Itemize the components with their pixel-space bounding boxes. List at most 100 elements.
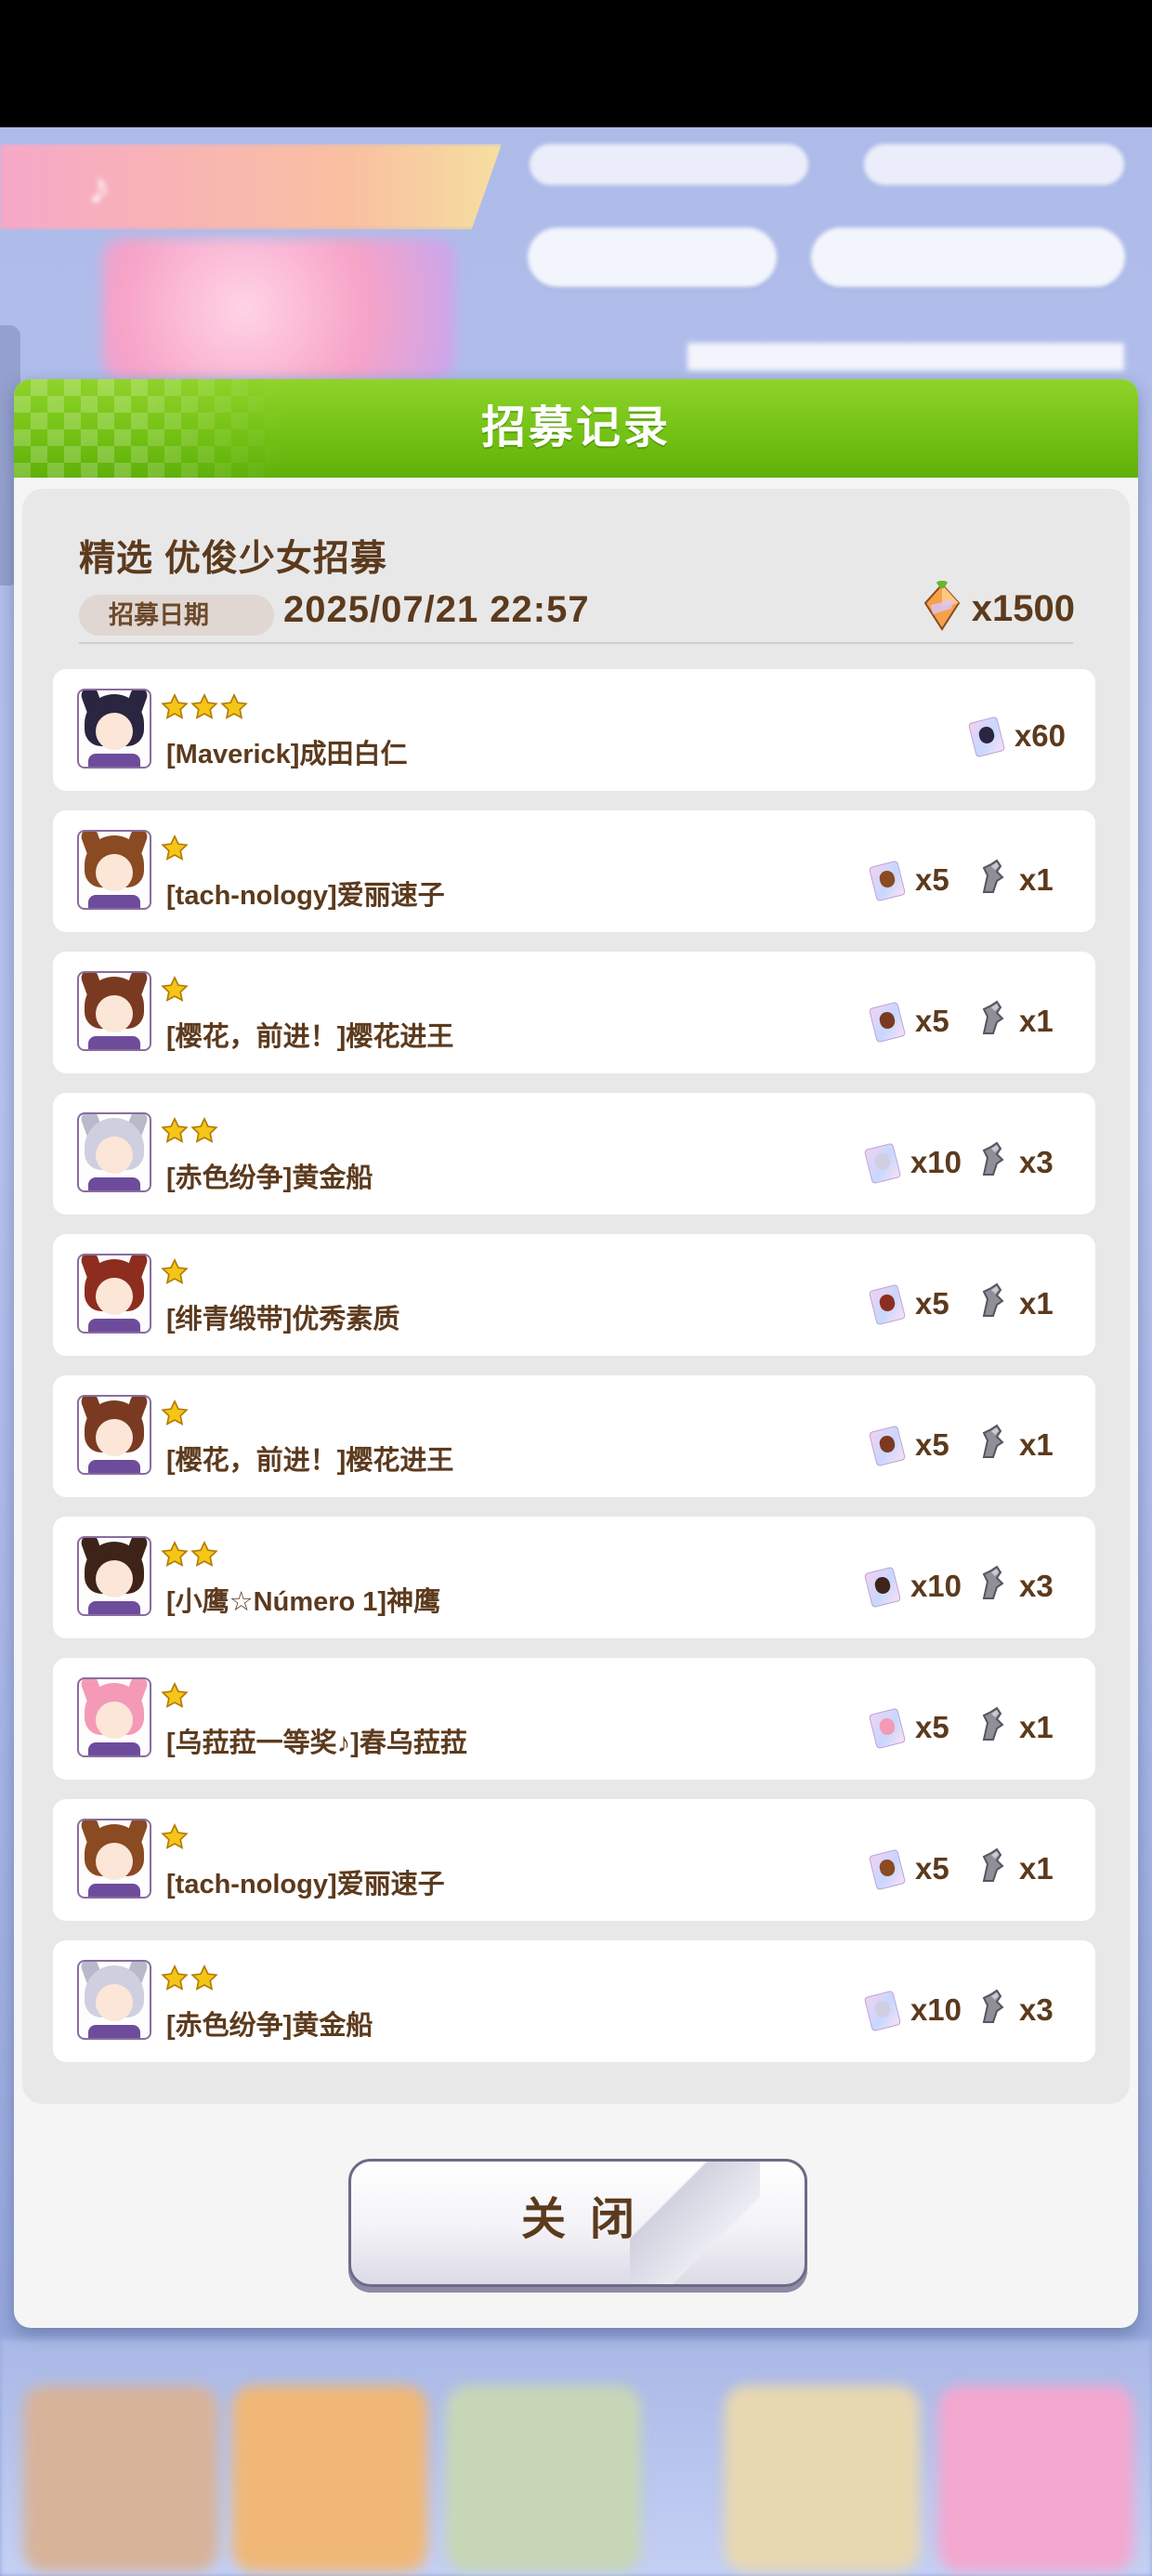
star-icon (161, 692, 189, 726)
cost-amount: x1500 (971, 588, 1075, 629)
dialog-header: 招募记录 (14, 379, 1138, 478)
rarity-stars (161, 1257, 189, 1291)
background-nav-item (23, 2385, 218, 2571)
background-header-banner (0, 144, 502, 230)
background-strip (687, 343, 1124, 371)
goddess-statue-icon (976, 1282, 1010, 1324)
star-icon (161, 975, 189, 1008)
divider (79, 642, 1073, 644)
reward-list: x5 x1 (854, 859, 1066, 901)
piece-ticket-icon (863, 1566, 902, 1608)
status-bar (0, 0, 1152, 127)
reward-item: x5 (868, 1001, 962, 1043)
background-button (811, 228, 1125, 287)
character-name: [小鹰☆Número 1]神鹰 (166, 1587, 441, 1617)
close-button[interactable]: 关闭 (348, 2159, 807, 2287)
reward-item: x10 (863, 1566, 962, 1608)
reward-amount: x10 (910, 1568, 962, 1603)
record-row: [tach-nology]爱丽速子 x5 x1 (53, 810, 1095, 932)
reward-list: x10 x3 (849, 1989, 1066, 2031)
reward-item: x5 (868, 1425, 962, 1466)
reward-amount: x60 (1014, 718, 1066, 753)
reward-item: x10 (863, 1990, 962, 2031)
character-name: [Maverick]成田白仁 (166, 740, 408, 769)
star-icon (161, 1964, 189, 1997)
star-icon (161, 834, 189, 867)
record-row: [赤色纷争]黄金船 x10 x3 (53, 1093, 1095, 1215)
reward-list: x60 (953, 716, 1066, 758)
character-name: [赤色纷争]黄金船 (166, 2011, 373, 2041)
reward-item: x5 (868, 1848, 962, 1890)
reward-item: x60 (967, 716, 1066, 758)
star-icon (190, 692, 218, 726)
character-portrait (77, 830, 151, 910)
reward-item: x1 (976, 1000, 1066, 1042)
background-nav-item (938, 2385, 1133, 2571)
reward-list: x10 x3 (849, 1565, 1066, 1608)
piece-ticket-icon (868, 1425, 907, 1466)
character-name: [樱花，前进！]樱花进王 (166, 1022, 454, 1052)
reward-item: x5 (868, 1283, 962, 1325)
star-icon (161, 1116, 189, 1150)
character-portrait (77, 1819, 151, 1899)
reward-amount: x3 (1019, 1568, 1054, 1603)
reward-amount: x5 (915, 1850, 949, 1886)
gacha-name: 精选 优俊少女招募 (79, 539, 387, 579)
piece-ticket-icon (868, 1001, 907, 1043)
reward-amount: x1 (1019, 861, 1054, 897)
record-row: [乌菈菈一等奖♪]春乌菈菈 x5 x1 (53, 1658, 1095, 1780)
reward-item: x1 (976, 1847, 1066, 1889)
reward-list: x5 x1 (854, 1706, 1066, 1749)
rarity-stars (161, 692, 248, 726)
character-portrait (77, 1677, 151, 1757)
record-row: [赤色纷争]黄金船 x10 x3 (53, 1940, 1095, 2062)
record-row: [樱花，前进！]樱花进王 x5 x1 (53, 952, 1095, 1073)
reward-amount: x3 (1019, 1991, 1054, 2027)
reward-amount: x1 (1019, 1003, 1054, 1038)
rarity-stars (161, 1540, 218, 1573)
reward-list: x5 x1 (854, 1424, 1066, 1466)
piece-ticket-icon (868, 1848, 907, 1890)
reward-amount: x1 (1019, 1709, 1054, 1744)
rarity-stars (161, 834, 189, 867)
reward-item: x10 (863, 1142, 962, 1184)
character-portrait (77, 1536, 151, 1616)
background-button (528, 228, 777, 287)
reward-amount: x5 (915, 1003, 949, 1038)
goddess-statue-icon (976, 859, 1010, 900)
reward-amount: x5 (915, 861, 949, 897)
reward-item: x1 (976, 1706, 1066, 1748)
background-resource-pill (864, 144, 1124, 185)
piece-ticket-icon (967, 716, 1006, 758)
rarity-stars (161, 1116, 218, 1150)
reward-amount: x1 (1019, 1850, 1054, 1886)
rarity-stars (161, 1681, 189, 1715)
piece-ticket-icon (868, 860, 907, 901)
cost-display: x1500 (922, 580, 1075, 637)
character-portrait (77, 1960, 151, 2040)
character-portrait (77, 1254, 151, 1334)
piece-ticket-icon (868, 1283, 907, 1325)
date-value: 2025/07/21 22:57 (283, 589, 590, 630)
reward-item: x3 (976, 1989, 1066, 2031)
character-portrait (77, 971, 151, 1051)
goddess-statue-icon (976, 1847, 1010, 1889)
reward-item: x1 (976, 1282, 1066, 1324)
reward-amount: x1 (1019, 1285, 1054, 1321)
star-icon (161, 1540, 189, 1573)
star-icon (190, 1964, 218, 1997)
character-name: [樱花，前进！]樱花进王 (166, 1446, 454, 1476)
star-icon (190, 1540, 218, 1573)
reward-list: x10 x3 (849, 1141, 1066, 1184)
reward-item: x1 (976, 1424, 1066, 1465)
reward-item: x3 (976, 1141, 1066, 1183)
rarity-stars (161, 1822, 189, 1856)
goddess-statue-icon (976, 1706, 1010, 1748)
character-name: [赤色纷争]黄金船 (166, 1163, 373, 1193)
character-name: [乌菈菈一等奖♪]春乌菈菈 (166, 1728, 467, 1758)
star-icon (190, 1116, 218, 1150)
goddess-statue-icon (976, 1424, 1010, 1465)
date-label: 招募日期 (79, 595, 274, 636)
piece-ticket-icon (863, 1142, 902, 1184)
rarity-stars (161, 1399, 189, 1432)
